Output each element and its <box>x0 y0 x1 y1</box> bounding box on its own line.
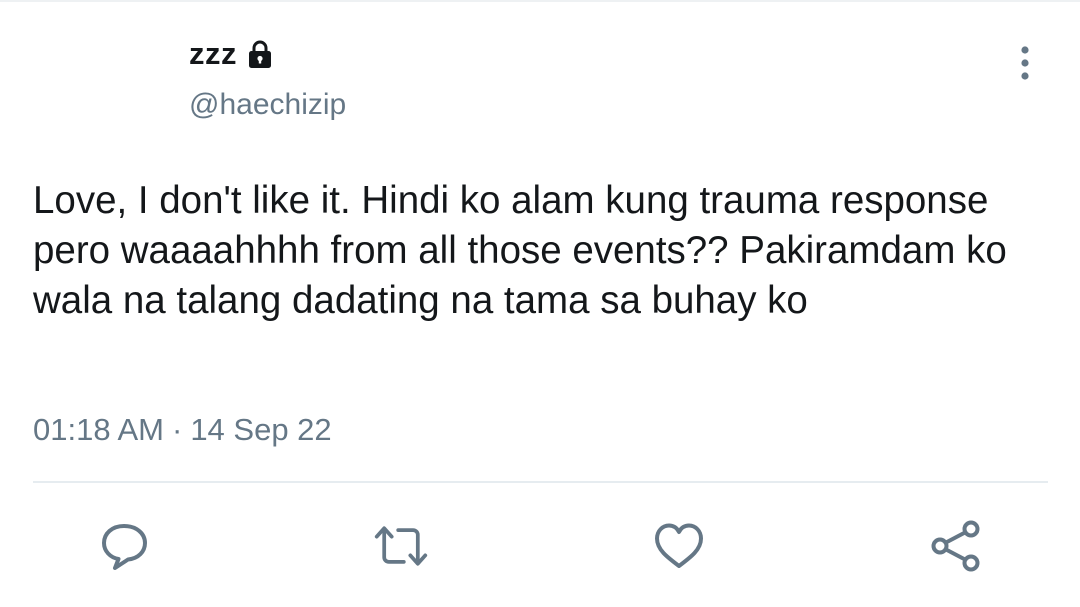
display-name[interactable]: zzz <box>189 36 237 72</box>
more-vertical-icon <box>1021 46 1029 80</box>
top-divider <box>0 0 1080 2</box>
tweet-timestamp: 01:18 AM · 14 Sep 22 <box>33 412 332 448</box>
tweet-time: 01:18 AM <box>33 412 164 447</box>
retweet-button[interactable] <box>373 518 429 574</box>
like-button[interactable] <box>651 518 707 574</box>
author-name-row[interactable]: zzz <box>189 36 275 72</box>
actions-divider <box>33 481 1048 483</box>
avatar[interactable] <box>30 34 170 134</box>
heart-icon <box>655 523 703 568</box>
more-options-button[interactable] <box>1008 43 1042 83</box>
tweet-text: Love, I don't like it. Hindi ko alam kun… <box>33 179 1007 322</box>
tweet-date: 14 Sep 22 <box>190 412 332 447</box>
reply-icon <box>102 524 147 570</box>
meta-separator: · <box>171 412 183 447</box>
user-handle[interactable]: @haechizip <box>189 88 346 122</box>
retweet-icon <box>374 526 428 566</box>
share-icon <box>931 520 980 572</box>
lock-icon <box>245 39 275 69</box>
reply-button[interactable] <box>96 518 152 574</box>
share-button[interactable] <box>928 518 984 574</box>
